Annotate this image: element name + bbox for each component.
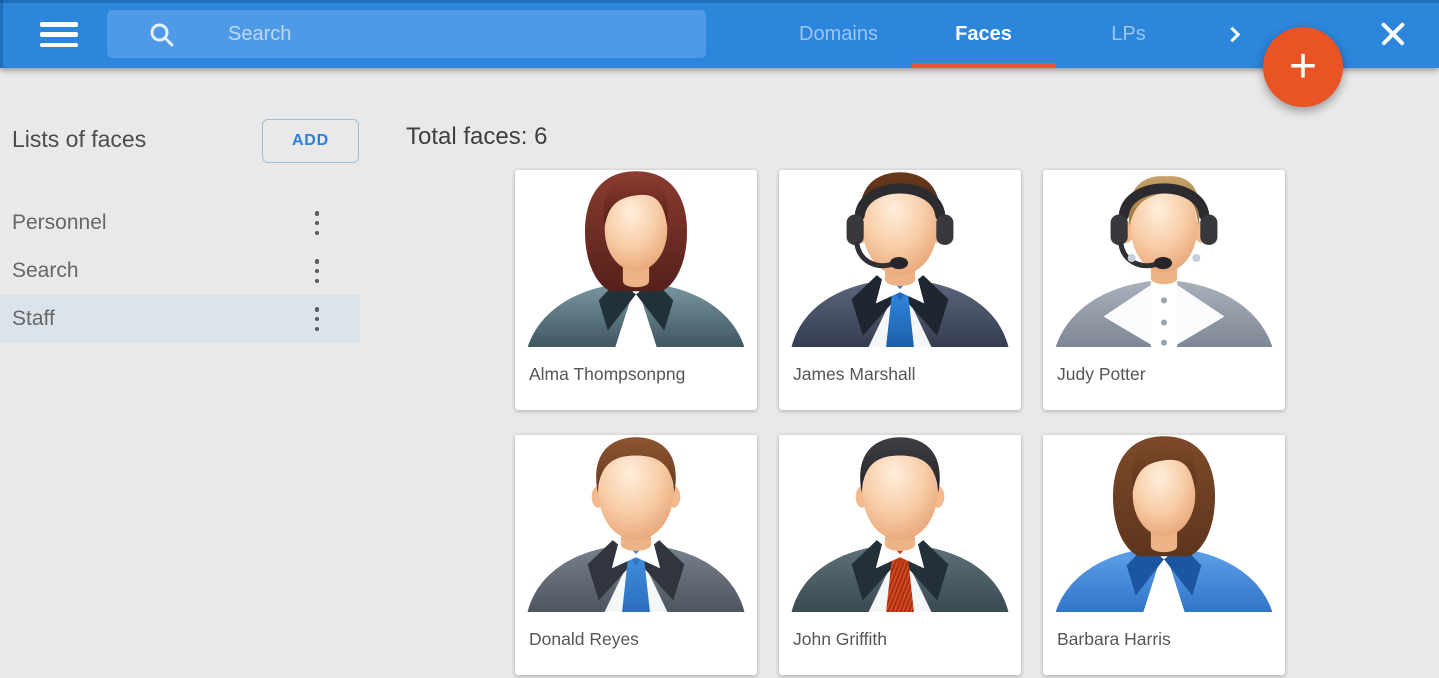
face-avatar [779,435,1021,612]
face-name: Barbara Harris [1043,612,1285,650]
face-name: John Griffith [779,612,1021,650]
face-name: Donald Reyes [515,612,757,650]
kebab-menu-icon[interactable] [312,211,322,235]
face-name: Alma Thompsonpng [515,347,757,385]
face-list-label: Search [12,259,79,283]
face-avatar [515,170,757,347]
add-list-button[interactable]: ADD [262,119,359,163]
face-avatar [779,170,1021,347]
face-list-label: Staff [12,307,55,331]
tab-faces[interactable]: Faces [911,0,1056,68]
face-list-label: Personnel [12,211,107,235]
face-card[interactable]: Donald Reyes [515,435,757,675]
face-card[interactable]: Alma Thompsonpng [515,170,757,410]
face-list-item-staff[interactable]: Staff [0,295,360,343]
search-input[interactable] [175,10,706,58]
kebab-menu-icon[interactable] [312,307,322,331]
face-avatar [1043,170,1285,347]
chevron-right-icon[interactable] [1218,0,1250,68]
face-name: Judy Potter [1043,347,1285,385]
face-card[interactable]: Barbara Harris [1043,435,1285,675]
face-list-item-search[interactable]: Search [0,247,360,295]
tab-lps[interactable]: LPs [1056,0,1201,68]
hamburger-icon[interactable] [40,22,78,47]
face-avatar [1043,435,1285,612]
top-bar: DomainsFacesLPs [0,0,1439,68]
search-box[interactable] [107,10,706,58]
face-lists: Personnel Search Staff [0,199,360,343]
face-avatar [515,435,757,612]
face-list-item-personnel[interactable]: Personnel [0,199,360,247]
close-icon[interactable] [1378,19,1408,49]
add-face-fab[interactable]: + [1263,27,1343,107]
search-icon [148,21,175,48]
faces-grid: Alma Thompsonpng James [515,170,1285,675]
total-faces-label: Total faces: 6 [406,123,547,151]
face-card[interactable]: James Marshall [779,170,1021,410]
sidebar-title: Lists of faces [12,126,146,153]
kebab-menu-icon[interactable] [312,259,322,283]
face-name: James Marshall [779,347,1021,385]
tab-bar: DomainsFacesLPs [766,0,1201,68]
face-card[interactable]: John Griffith [779,435,1021,675]
tab-domains[interactable]: Domains [766,0,911,68]
face-card[interactable]: Judy Potter [1043,170,1285,410]
